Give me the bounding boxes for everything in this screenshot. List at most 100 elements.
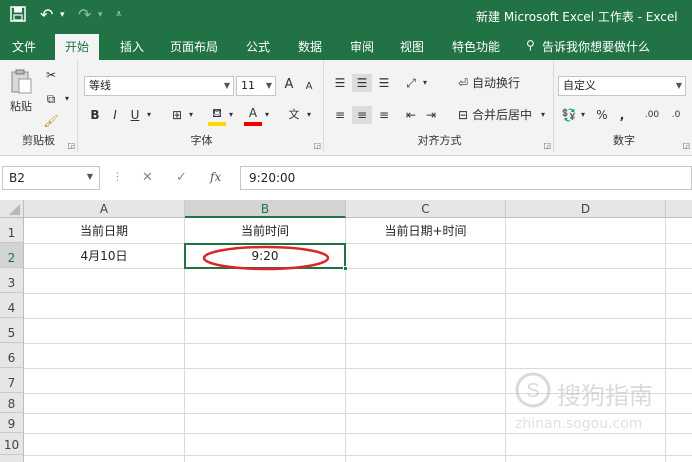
column-header-e[interactable] (666, 200, 692, 218)
column-header-a[interactable]: A (24, 200, 185, 218)
underline-button[interactable]: U (128, 106, 142, 124)
sogou-logo-icon: S (515, 372, 551, 408)
column-header-c[interactable]: C (346, 200, 506, 218)
copy-dropdown-icon[interactable]: ▾ (62, 90, 72, 108)
row-header-9[interactable]: 9 (0, 413, 24, 433)
watermark-text: 搜狗指南 (557, 382, 653, 410)
format-painter-icon[interactable]: 🖌 (42, 112, 60, 130)
increase-indent-icon[interactable]: ⇥ (422, 106, 440, 124)
cell-a2[interactable]: 4月10日 (24, 244, 184, 268)
cell-c1[interactable]: 当前日期+时间 (346, 219, 505, 243)
tab-file[interactable]: 文件 (12, 38, 36, 55)
tab-page-layout[interactable]: 页面布局 (170, 38, 218, 55)
ribbon-tabs: 文件 开始 插入 页面布局 公式 数据 审阅 视图 特色功能 ⚲ 告诉我你想要做… (0, 32, 692, 60)
paste-button[interactable]: 粘贴 (4, 98, 38, 116)
tab-insert[interactable]: 插入 (120, 38, 144, 55)
tab-data[interactable]: 数据 (298, 38, 322, 55)
row-header-4[interactable]: 4 (0, 293, 24, 318)
tab-formulas[interactable]: 公式 (246, 38, 270, 55)
accounting-dropdown-icon[interactable]: ▾ (578, 106, 588, 124)
shrink-font-button[interactable]: A (300, 78, 318, 96)
font-launcher-icon[interactable]: ◲ (313, 141, 321, 150)
align-middle-icon[interactable]: ☰ (352, 74, 372, 92)
increase-decimal-button[interactable]: .00 (640, 106, 664, 124)
redo-icon[interactable]: ↷ (78, 6, 91, 24)
clipboard-group: 粘贴 ✂ ⧉ ▾ 🖌 剪贴板 ◲ (0, 60, 78, 152)
undo-icon[interactable]: ↶ (40, 6, 53, 24)
customize-qat-icon[interactable]: ⩡ (116, 6, 122, 24)
tab-home[interactable]: 开始 (55, 34, 100, 60)
insert-function-icon[interactable]: fx (210, 170, 221, 184)
comma-button[interactable]: , (616, 106, 628, 124)
name-box[interactable]: B2 ▼ (2, 166, 100, 190)
phonetic-button[interactable]: 文 (284, 106, 304, 124)
phonetic-dropdown-icon[interactable]: ▾ (304, 106, 314, 124)
row-header-7[interactable]: 7 (0, 368, 24, 393)
fill-color-dropdown-icon[interactable]: ▾ (226, 106, 236, 124)
fill-handle[interactable] (343, 266, 348, 271)
row-header-10[interactable]: 10 (0, 433, 24, 455)
italic-button[interactable]: I (108, 106, 122, 124)
decrease-decimal-button[interactable]: .0 (664, 106, 688, 124)
window-title: 新建 Microsoft Excel 工作表 - Excel (476, 10, 678, 24)
wrap-text-button[interactable]: 自动换行 (472, 74, 542, 92)
select-all-corner[interactable] (0, 200, 24, 218)
font-name-select[interactable]: 等线 ▼ (84, 76, 234, 96)
clipboard-launcher-icon[interactable]: ◲ (67, 141, 75, 150)
orientation-icon[interactable]: ⤢ (402, 74, 420, 92)
row-header-2[interactable]: 2 (0, 243, 24, 268)
tab-view[interactable]: 视图 (400, 38, 424, 55)
cell-b1[interactable]: 当前时间 (185, 219, 345, 243)
number-group-label: 数字 (613, 134, 635, 147)
tab-special-features[interactable]: 特色功能 (452, 38, 500, 55)
accounting-format-icon[interactable]: 💱 (560, 106, 578, 124)
save-icon[interactable] (10, 6, 26, 26)
cancel-icon[interactable]: ✕ (142, 170, 153, 185)
cell-a1[interactable]: 当前日期 (24, 219, 184, 243)
align-left-icon[interactable]: ≡ (330, 106, 350, 124)
merge-icon[interactable]: ⊟ (454, 106, 472, 124)
column-header-b[interactable]: B (185, 200, 346, 218)
enter-icon[interactable]: ✓ (176, 170, 187, 185)
formula-input[interactable]: 9:20:00 (240, 166, 692, 190)
chevron-down-icon[interactable]: ▼ (87, 172, 93, 181)
font-size-select[interactable]: 11 ▼ (236, 76, 276, 96)
column-header-d[interactable]: D (506, 200, 666, 218)
tell-me-search[interactable]: 告诉我你想要做什么 (542, 38, 650, 55)
align-right-icon[interactable]: ≡ (374, 106, 394, 124)
underline-dropdown-icon[interactable]: ▾ (144, 106, 154, 124)
paste-icon[interactable] (6, 68, 36, 94)
row-header-8[interactable]: 8 (0, 393, 24, 413)
merge-center-button[interactable]: 合并后居中 (472, 106, 542, 124)
row-header-5[interactable]: 5 (0, 318, 24, 343)
grow-font-button[interactable]: A (280, 76, 298, 94)
number-format-select[interactable]: 自定义 ▼ (558, 76, 686, 96)
wrap-text-icon[interactable]: ⏎ (454, 74, 472, 92)
merge-dropdown-icon[interactable]: ▾ (538, 106, 548, 124)
border-icon[interactable]: ⊞ (168, 106, 186, 124)
percent-button[interactable]: % (594, 106, 610, 124)
alignment-launcher-icon[interactable]: ◲ (543, 141, 551, 150)
number-launcher-icon[interactable]: ◲ (682, 141, 690, 150)
formula-bar: B2 ▼ ⋮ ✕ ✓ fx 9:20:00 (0, 163, 692, 193)
watermark-url: zhinan.sogou.com (515, 416, 643, 432)
font-color-button[interactable]: A (244, 104, 262, 126)
align-bottom-icon[interactable]: ☰ (374, 74, 394, 92)
copy-icon[interactable]: ⧉ (42, 90, 60, 108)
tab-review[interactable]: 审阅 (350, 38, 374, 55)
font-color-dropdown-icon[interactable]: ▾ (262, 106, 272, 124)
row-header-6[interactable]: 6 (0, 343, 24, 368)
row-header-11[interactable] (0, 455, 24, 462)
fill-color-icon[interactable]: ⛾ (208, 104, 226, 126)
align-center-icon[interactable]: ≡ (352, 106, 372, 124)
cut-icon[interactable]: ✂ (42, 66, 60, 84)
undo-dropdown-icon[interactable]: ▾ (60, 6, 65, 24)
bold-button[interactable]: B (88, 106, 102, 124)
redo-dropdown-icon[interactable]: ▾ (98, 6, 103, 24)
border-dropdown-icon[interactable]: ▾ (186, 106, 196, 124)
align-top-icon[interactable]: ☰ (330, 74, 350, 92)
row-header-3[interactable]: 3 (0, 268, 24, 293)
orientation-dropdown-icon[interactable]: ▾ (420, 74, 430, 92)
decrease-indent-icon[interactable]: ⇤ (402, 106, 420, 124)
row-header-1[interactable]: 1 (0, 218, 24, 243)
